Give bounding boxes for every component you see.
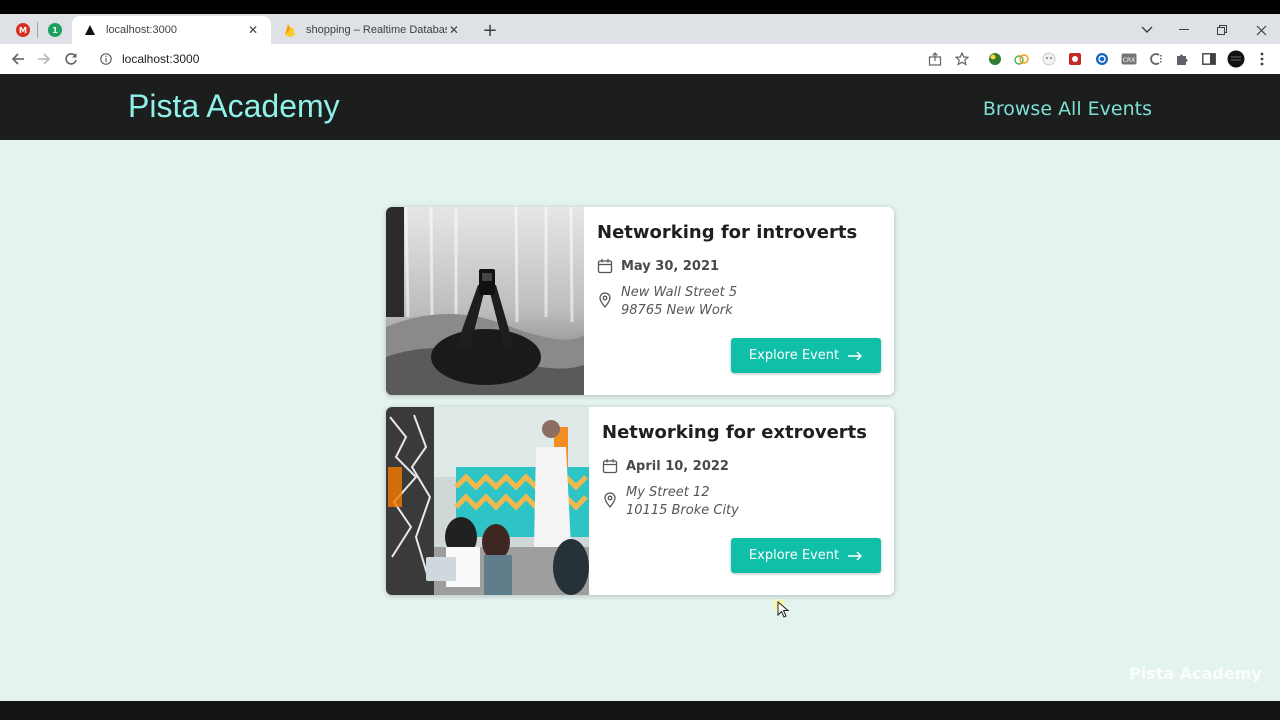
extension-crx-icon[interactable]: CRX bbox=[1119, 49, 1139, 69]
event-card-content: Networking for extroverts April 10, 2022… bbox=[589, 407, 894, 595]
address-line: 10115 Broke City bbox=[626, 503, 739, 518]
pinned-tab-gmail[interactable]: M bbox=[8, 19, 38, 41]
menu-dots-icon[interactable] bbox=[1252, 49, 1272, 69]
event-title: Networking for extroverts bbox=[602, 422, 867, 443]
event-address-row: My Street 12 10115 Broke City bbox=[602, 484, 739, 520]
gmail-icon: M bbox=[16, 23, 30, 37]
pinned-tab-onepassword[interactable]: 1 bbox=[40, 19, 70, 41]
event-date: April 10, 2022 bbox=[626, 458, 729, 474]
event-title: Networking for introverts bbox=[597, 222, 858, 243]
tab-title: localhost:3000 bbox=[106, 24, 177, 36]
close-window-button[interactable] bbox=[1249, 18, 1273, 42]
event-card-content: Networking for introverts May 30, 2021 N… bbox=[584, 207, 894, 395]
browser-tabstrip: M 1 localhost:3000 ✕ shopping – Realtime… bbox=[0, 14, 1280, 44]
event-date-row: April 10, 2022 bbox=[602, 458, 729, 474]
explore-event-button[interactable]: Explore Event bbox=[731, 338, 881, 373]
button-label: Explore Event bbox=[748, 348, 840, 363]
info-icon[interactable] bbox=[96, 49, 116, 69]
calendar-icon bbox=[602, 459, 618, 474]
close-icon[interactable]: ✕ bbox=[245, 22, 261, 38]
address-line: New Wall Street 5 bbox=[621, 285, 738, 300]
tab-title: shopping – Realtime Database – bbox=[306, 24, 447, 36]
extension-face-icon[interactable] bbox=[1039, 49, 1059, 69]
event-address-row: New Wall Street 5 98765 New Work bbox=[597, 284, 737, 320]
tab-search-icon[interactable] bbox=[1135, 18, 1159, 42]
mouse-cursor-icon bbox=[773, 599, 790, 618]
explore-event-button[interactable]: Explore Event bbox=[731, 538, 881, 573]
arrow-right-icon bbox=[848, 350, 863, 361]
address-line: 98765 New Work bbox=[621, 303, 733, 318]
browse-all-events-link[interactable]: Browse All Events bbox=[983, 98, 1152, 120]
bookmark-star-icon[interactable] bbox=[952, 49, 972, 69]
bottom-bar bbox=[0, 701, 1280, 720]
person-lying-with-phone-photo bbox=[386, 207, 584, 395]
extension-c-icon[interactable] bbox=[1146, 49, 1166, 69]
reload-button[interactable] bbox=[59, 47, 83, 71]
calendar-icon bbox=[597, 259, 613, 274]
svg-text:CRX: CRX bbox=[1123, 57, 1135, 64]
web-page: Pista Academy Browse All Events Networki… bbox=[0, 74, 1280, 701]
restore-button[interactable] bbox=[1210, 18, 1234, 42]
event-date: May 30, 2021 bbox=[621, 258, 720, 274]
arrow-right-icon bbox=[848, 550, 863, 561]
site-logo[interactable]: Pista Academy bbox=[128, 88, 340, 125]
video-watermark: Pista Academy bbox=[1129, 664, 1262, 683]
share-icon[interactable] bbox=[925, 49, 945, 69]
back-button[interactable] bbox=[6, 47, 30, 71]
firebase-icon bbox=[282, 22, 298, 38]
address-bar[interactable]: localhost:3000 bbox=[90, 47, 980, 71]
tab-localhost[interactable]: localhost:3000 ✕ bbox=[72, 16, 271, 44]
event-address: My Street 12 10115 Broke City bbox=[626, 484, 739, 520]
event-date-row: May 30, 2021 bbox=[597, 258, 719, 274]
screen: M 1 localhost:3000 ✕ shopping – Realtime… bbox=[0, 0, 1280, 720]
site-header: Pista Academy Browse All Events bbox=[0, 74, 1280, 140]
vercel-triangle-icon bbox=[82, 22, 98, 38]
new-tab-button[interactable]: + bbox=[478, 18, 502, 42]
close-icon[interactable]: ✕ bbox=[447, 22, 461, 38]
tab-firebase[interactable]: shopping – Realtime Database – ✕ bbox=[272, 16, 471, 44]
minimize-button[interactable] bbox=[1172, 18, 1196, 42]
extension-cloud-icon[interactable] bbox=[1012, 49, 1032, 69]
browser-toolbar: localhost:3000 CRX bbox=[0, 44, 1280, 74]
event-address: New Wall Street 5 98765 New Work bbox=[621, 284, 737, 320]
event-card: Networking for extroverts April 10, 2022… bbox=[386, 407, 894, 595]
office-meeting-photo bbox=[386, 407, 589, 595]
button-label: Explore Event bbox=[748, 548, 840, 563]
address-line: My Street 12 bbox=[626, 485, 710, 500]
extension-blue-icon[interactable] bbox=[1092, 49, 1112, 69]
onepassword-icon: 1 bbox=[48, 23, 62, 37]
tab-separator bbox=[37, 22, 38, 38]
profile-avatar-icon[interactable] bbox=[1226, 49, 1246, 69]
extensions-puzzle-icon[interactable] bbox=[1172, 49, 1192, 69]
side-panel-icon[interactable] bbox=[1199, 49, 1219, 69]
event-card: Networking for introverts May 30, 2021 N… bbox=[386, 207, 894, 395]
url-text: localhost:3000 bbox=[122, 52, 200, 66]
extension-globe-icon[interactable] bbox=[985, 49, 1005, 69]
extension-red-icon[interactable] bbox=[1065, 49, 1085, 69]
location-pin-icon bbox=[604, 492, 616, 508]
forward-button[interactable] bbox=[32, 47, 56, 71]
location-pin-icon bbox=[599, 292, 611, 308]
